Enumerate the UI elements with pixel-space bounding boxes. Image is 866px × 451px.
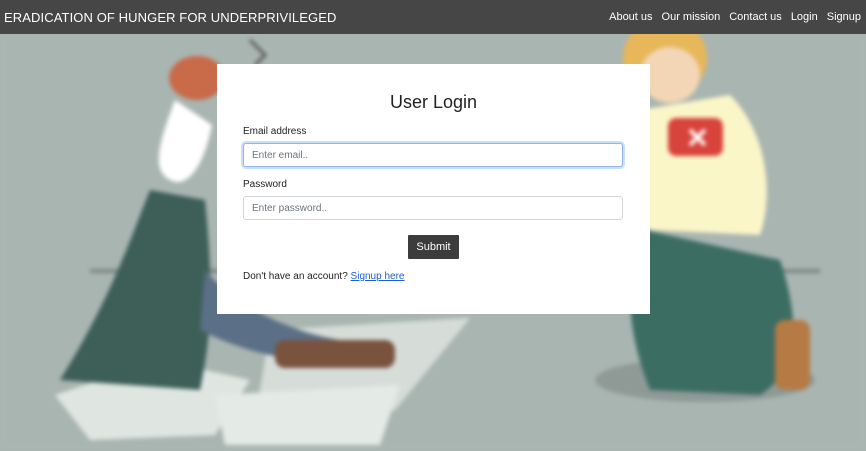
- nav-about-us[interactable]: About us: [609, 11, 652, 23]
- signup-prompt: Don't have an account? Signup here: [243, 271, 404, 282]
- nav-signup[interactable]: Signup: [827, 11, 861, 23]
- brand-link[interactable]: ERADICATION OF HUNGER FOR UNDERPRIVILEGE…: [4, 10, 337, 25]
- nav-our-mission[interactable]: Our mission: [662, 11, 721, 23]
- login-title: User Login: [389, 92, 478, 112]
- password-label: Password: [243, 179, 287, 190]
- nav-contact-us[interactable]: Contact us: [729, 11, 782, 23]
- nav-login[interactable]: Login: [791, 11, 818, 23]
- email-label: Email address: [243, 126, 307, 137]
- email-input[interactable]: [243, 143, 623, 167]
- login-card: User Login Email address Password Submit…: [217, 64, 650, 314]
- signup-link[interactable]: Signup here: [351, 271, 405, 282]
- navbar: ERADICATION OF HUNGER FOR UNDERPRIVILEGE…: [0, 0, 866, 34]
- signup-prompt-text: Don't have an account?: [243, 271, 348, 282]
- submit-button[interactable]: Submit: [408, 235, 459, 259]
- nav-links: About us Our mission Contact us Login Si…: [600, 11, 861, 23]
- password-input[interactable]: [243, 196, 623, 220]
